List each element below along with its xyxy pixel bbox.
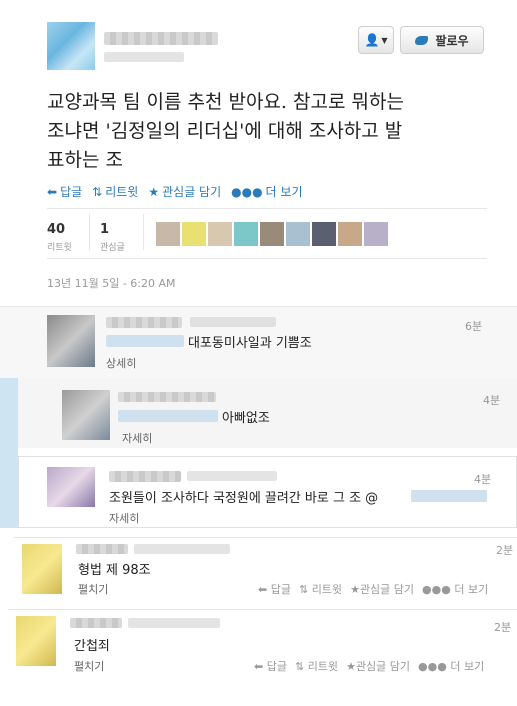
reply-timestamp[interactable]: 2분 (496, 542, 513, 558)
retweet-action[interactable]: ⇅ 리트윗 (92, 183, 138, 200)
avatar[interactable] (62, 390, 110, 440)
blurred-mention[interactable] (118, 410, 218, 422)
reply-icon: ⬅ (258, 583, 268, 596)
follow-button[interactable]: 팔로우 (400, 26, 484, 54)
tweet-timestamp[interactable]: 13년 11월 5일 - 6:20 AM (47, 275, 176, 291)
chevron-down-icon: ▼ (381, 35, 388, 45)
divider (89, 214, 90, 250)
blurred-username[interactable] (104, 32, 218, 45)
tweet-header: 👤 ▼ 팔로우 (0, 0, 517, 85)
reply-item[interactable]: 2분 형법 제 98조 펼치기 ⬅ 답글 ⇅ 리트윗 ★관심글 담기 ●●● 더… (14, 537, 517, 601)
star-icon: ★ (350, 583, 360, 596)
more-action[interactable]: ●●● 더 보기 (231, 183, 302, 200)
tweet-text: 교양과목 팀 이름 추천 받아요. 참고로 뭐하는 조냐면 '김정일의 리더십'… (47, 91, 404, 171)
reply-action[interactable]: ⬅ 답글 (47, 183, 82, 200)
retweet-icon: ⇅ (298, 583, 309, 596)
blurred-handle[interactable] (128, 618, 220, 628)
reply-icon: ⬅ (254, 660, 264, 673)
blurred-username[interactable] (70, 618, 122, 628)
follow-label: 팔로우 (435, 33, 469, 48)
blurred-username[interactable] (76, 544, 128, 554)
avatar[interactable] (47, 22, 95, 70)
reply-item[interactable]: 6분 대포동미사일과 기쁨조 상세히 (0, 306, 517, 378)
reply-timestamp[interactable]: 2분 (494, 619, 511, 635)
more-action[interactable]: ●●● 더 보기 (422, 581, 488, 597)
blurred-handle[interactable] (187, 471, 277, 481)
more-action[interactable]: ●●● 더 보기 (418, 658, 484, 674)
retweet-action[interactable]: ⇅ 리트윗 (299, 581, 342, 597)
blurred-username[interactable] (118, 392, 216, 402)
reply-text: 대포동미사일과 기쁨조 (188, 336, 312, 351)
reply-text: 간첩죄 (74, 639, 110, 654)
divider (143, 214, 144, 250)
expand-link[interactable]: 자세히 (122, 430, 152, 446)
reply-icon: ⬅ (47, 184, 58, 199)
avatar[interactable] (16, 616, 56, 666)
user-icon: 👤 (364, 33, 380, 47)
more-dots-icon: ●●● (231, 184, 263, 199)
star-icon: ★ (148, 184, 160, 199)
expand-link[interactable]: 자세히 (109, 510, 139, 526)
blurred-mention[interactable] (411, 490, 487, 502)
avatar[interactable] (47, 315, 95, 367)
blurred-handle[interactable] (190, 317, 276, 327)
retweet-action[interactable]: ⇅ 리트윗 (295, 658, 338, 674)
reply-timestamp[interactable]: 4분 (474, 471, 491, 487)
reply-actions: ⬅ 답글 ⇅ 리트윗 ★관심글 담기 ●●● 더 보기 (254, 658, 484, 674)
avatar[interactable] (22, 544, 62, 594)
favorite-action[interactable]: ★관심글 담기 (148, 183, 221, 200)
retweet-icon: ⇅ (294, 660, 305, 673)
reply-item[interactable]: 2분 간첩죄 펼치기 ⬅ 답글 ⇅ 리트윗 ★관심글 담기 ●●● 더 보기 (8, 609, 517, 679)
favorite-count[interactable]: 1 관심글 (100, 222, 125, 253)
expand-link[interactable]: 상세히 (106, 355, 136, 371)
twitter-bird-icon (415, 35, 429, 46)
favorite-action[interactable]: ★관심글 담기 (346, 658, 410, 674)
reply-item[interactable]: 4분 조원들이 조사하다 국정원에 끌려간 바로 그 조 @ 자세히 (18, 456, 517, 528)
avatar[interactable] (47, 467, 95, 507)
retweet-count[interactable]: 40 리트윗 (47, 222, 72, 253)
more-dots-icon: ●●● (418, 660, 447, 673)
reply-text: 조원들이 조사하다 국정원에 끌려간 바로 그 조 @ (109, 491, 379, 506)
blurred-username[interactable] (109, 471, 181, 482)
user-actions-button[interactable]: 👤 ▼ (358, 26, 394, 54)
blurred-mention[interactable] (106, 335, 184, 347)
favoriter-avatars[interactable] (156, 222, 388, 246)
star-icon: ★ (346, 660, 356, 673)
expand-link[interactable]: 펼치기 (78, 581, 108, 597)
favorite-action[interactable]: ★관심글 담기 (350, 581, 414, 597)
blurred-handle[interactable] (134, 544, 230, 554)
tweet-actions: ⬅ 답글 ⇅ 리트윗 ★ 관심글 담기 ●●● 더 보기 (47, 183, 302, 200)
expand-link[interactable]: 펼치기 (74, 658, 104, 674)
reply-action[interactable]: ⬅ 답글 (254, 658, 287, 674)
blurred-handle[interactable] (104, 52, 184, 62)
reply-timestamp[interactable]: 6분 (465, 318, 482, 334)
more-dots-icon: ●●● (422, 583, 451, 596)
reply-action[interactable]: ⬅ 답글 (258, 581, 291, 597)
reply-actions: ⬅ 답글 ⇅ 리트윗 ★관심글 담기 ●●● 더 보기 (258, 581, 488, 597)
reply-text: 아빠없조 (222, 411, 270, 426)
divider (47, 258, 487, 259)
reply-item[interactable]: 4분 아빠없조 자세히 (18, 378, 517, 448)
divider (47, 208, 487, 209)
conversation-strip (0, 378, 18, 528)
retweet-icon: ⇅ (92, 184, 103, 199)
blurred-username[interactable] (106, 317, 182, 328)
reply-timestamp[interactable]: 4분 (483, 392, 500, 408)
reply-text: 형법 제 98조 (78, 563, 151, 578)
